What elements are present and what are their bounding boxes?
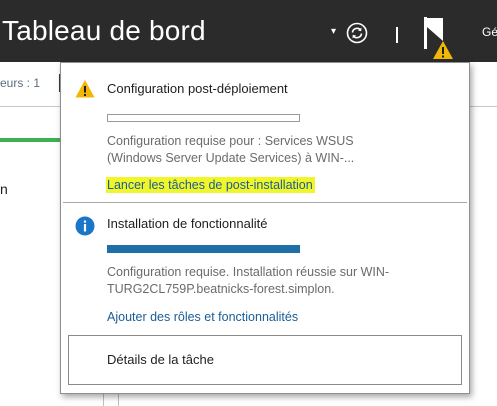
notification-feature-install: Installation de fonctionnalité Configura… xyxy=(61,203,469,328)
task-details-label: Détails de la tâche xyxy=(107,352,214,367)
notifications-popup: Configuration post-déploiement Configura… xyxy=(60,62,470,394)
titlebar: Tableau de bord ▾ Gé xyxy=(0,0,497,62)
notification-title: Installation de fonctionnalité xyxy=(107,216,268,231)
progress-bar xyxy=(107,114,300,122)
toolbar-separator xyxy=(396,27,398,43)
refresh-icon[interactable] xyxy=(346,22,368,44)
roles-count-label: eurs : 1 xyxy=(0,76,41,90)
info-icon xyxy=(75,216,95,236)
cutoff-text: n xyxy=(0,181,8,197)
notification-description-line-2: (Windows Server Update Services) à WIN-.… xyxy=(107,151,355,165)
launch-post-install-tasks-link[interactable]: Lancer les tâches de post-installation xyxy=(106,177,315,193)
dropdown-arrow-icon[interactable]: ▾ xyxy=(331,27,336,37)
manage-menu[interactable]: Gé xyxy=(482,25,497,39)
progress-bar xyxy=(107,245,300,253)
notification-description-line-1: Configuration requise. Installation réus… xyxy=(107,265,390,279)
progress-fill xyxy=(107,245,300,253)
page-title: Tableau de bord xyxy=(2,15,206,46)
notifications-flag-icon[interactable] xyxy=(421,15,457,59)
add-roles-features-link[interactable]: Ajouter des rôles et fonctionnalités xyxy=(107,310,298,324)
status-bar-green xyxy=(0,138,60,142)
warning-icon xyxy=(75,80,95,98)
notification-post-deployment: Configuration post-déploiement Configura… xyxy=(61,63,469,195)
task-details-button[interactable]: Détails de la tâche xyxy=(68,335,462,385)
notification-title: Configuration post-déploiement xyxy=(107,81,288,96)
notification-description-line-2: TURG2CL759P.beatnicks-forest.simplon. xyxy=(107,282,335,296)
notification-description-line-1: Configuration requise pour : Services WS… xyxy=(107,134,354,148)
